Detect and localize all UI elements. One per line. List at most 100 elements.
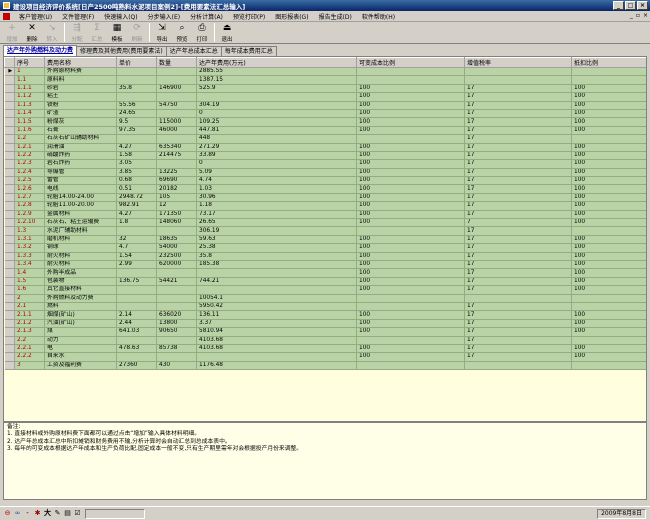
- table-cell[interactable]: 17: [464, 210, 572, 220]
- table-cell[interactable]: 17: [464, 193, 572, 203]
- table-cell[interactable]: [356, 302, 465, 312]
- table-cell[interactable]: [156, 268, 197, 278]
- table-cell[interactable]: 55.56: [116, 101, 157, 110]
- table-cell[interactable]: 轮胎11.00-20.00: [44, 201, 117, 211]
- table-cell[interactable]: 17: [464, 84, 572, 94]
- table-cell[interactable]: 汽油(矿山): [44, 319, 117, 329]
- table-row[interactable]: 1.2.6 电线 0.51 20182 1.03 100 17 100: [4, 184, 646, 194]
- table-cell[interactable]: 燃料: [44, 302, 117, 312]
- table-cell[interactable]: 硝酸炸药: [44, 151, 117, 161]
- table-cell[interactable]: 17: [464, 310, 572, 320]
- menu-item[interactable]: 报告生成(D): [314, 12, 357, 21]
- table-cell[interactable]: 100: [356, 285, 465, 295]
- table-cell[interactable]: 1.03: [196, 184, 357, 194]
- table-cell[interactable]: 17: [464, 260, 572, 270]
- table-row[interactable]: 1.2.10 石灰石、粘土运输费 1.8 148060 26.65 100 7 100: [4, 218, 646, 228]
- table-cell[interactable]: 69690: [156, 176, 197, 186]
- table-cell[interactable]: 447.81: [196, 126, 357, 136]
- table-cell[interactable]: 33.89: [196, 151, 357, 161]
- table-cell[interactable]: [156, 159, 197, 169]
- table-cell[interactable]: 100: [571, 310, 646, 320]
- table-cell[interactable]: 100: [356, 327, 465, 337]
- table-cell[interactable]: 17: [464, 201, 572, 211]
- menu-item[interactable]: 预览打印(P): [228, 12, 270, 21]
- table-cell[interactable]: [116, 352, 157, 362]
- table-cell[interactable]: 100: [571, 277, 646, 287]
- table-cell[interactable]: [156, 302, 197, 312]
- table-row[interactable]: 2.1.1 烟煤(矿山) 2.14 636020 136.11 100 17 100: [4, 310, 646, 320]
- table-cell[interactable]: [356, 336, 465, 345]
- table-cell[interactable]: 外购原材料费: [44, 67, 117, 77]
- table-cell[interactable]: [116, 336, 157, 345]
- column-header[interactable]: 数量: [156, 57, 197, 68]
- table-cell[interactable]: [571, 336, 646, 345]
- table-cell[interactable]: 17: [464, 176, 572, 186]
- table-cell[interactable]: 电: [44, 344, 117, 354]
- table-cell[interactable]: 烟煤(矿山): [44, 310, 117, 320]
- table-cell[interactable]: 0: [196, 159, 357, 169]
- table-row[interactable]: 1.2.9 金属材料 4.27 171350 73.17 100 17 100: [4, 210, 646, 220]
- table-cell[interactable]: [196, 92, 357, 102]
- table-row[interactable]: 1.1.1 砂岩 35.8 146900 525.9 100 17 100: [4, 84, 646, 94]
- table-cell[interactable]: 7: [464, 218, 572, 228]
- table-cell[interactable]: 100: [356, 218, 465, 228]
- table-cell[interactable]: [156, 75, 197, 85]
- row-selector[interactable]: [4, 268, 15, 278]
- table-row[interactable]: 1.1.2 粘土 100 17 100: [4, 92, 646, 102]
- table-cell[interactable]: 27360: [116, 361, 157, 371]
- add-button[interactable]: + 增加: [2, 22, 22, 43]
- table-cell[interactable]: [116, 226, 157, 236]
- table-cell[interactable]: 17: [464, 109, 572, 119]
- table-cell[interactable]: 5.09: [196, 168, 357, 178]
- tab[interactable]: 每年成本费用汇总: [220, 46, 277, 56]
- table-cell[interactable]: 100: [356, 268, 465, 278]
- table-cell[interactable]: 100: [356, 201, 465, 211]
- table-cell[interactable]: 磨机材料: [44, 235, 117, 245]
- mdi-restore-icon[interactable]: ▫: [636, 12, 640, 19]
- table-cell[interactable]: 24.65: [116, 109, 157, 119]
- row-selector[interactable]: [4, 193, 15, 203]
- table-cell[interactable]: 100: [571, 193, 646, 203]
- table-cell[interactable]: [571, 226, 646, 236]
- menu-item[interactable]: 文件管理(F): [57, 12, 99, 21]
- table-cell[interactable]: 306.19: [196, 226, 357, 236]
- table-cell[interactable]: 25.38: [196, 243, 357, 253]
- tab[interactable]: 修理费及其他费用(费用要素法): [76, 46, 167, 56]
- table-cell[interactable]: 外购半成品: [44, 268, 117, 278]
- template-button[interactable]: ▦ 模板: [107, 22, 127, 43]
- row-selector[interactable]: [4, 302, 15, 312]
- table-cell[interactable]: 100: [356, 210, 465, 220]
- table-cell[interactable]: 100: [356, 176, 465, 186]
- table-cell[interactable]: [116, 302, 157, 312]
- table-cell[interactable]: [571, 294, 646, 303]
- table-cell[interactable]: [116, 294, 157, 303]
- row-selector[interactable]: [4, 134, 15, 144]
- table-cell[interactable]: 100: [571, 109, 646, 119]
- table-cell[interactable]: 1.8: [116, 218, 157, 228]
- table-cell[interactable]: 0: [196, 109, 357, 119]
- table-cell[interactable]: 4.27: [116, 143, 157, 152]
- table-cell[interactable]: 90650: [156, 327, 197, 337]
- row-selector[interactable]: [4, 336, 15, 345]
- table-cell[interactable]: 100: [571, 210, 646, 220]
- table-row[interactable]: 1.2 石灰石矿山辅助材料 448 17: [4, 134, 646, 144]
- table-cell[interactable]: 100: [571, 260, 646, 270]
- row-selector[interactable]: [4, 201, 15, 211]
- table-cell[interactable]: 304.19: [196, 101, 357, 110]
- table-row[interactable]: 1.4 外购半成品 100 17 100: [4, 268, 646, 278]
- table-cell[interactable]: 岩石炸药: [44, 159, 117, 169]
- table-row[interactable]: 1.1 原料料 1387.15: [4, 75, 646, 85]
- table-cell[interactable]: 雷管: [44, 176, 117, 186]
- table-row[interactable]: 1.3.2 钢球 4.7 54000 25.38 100 17 100: [4, 243, 646, 253]
- table-cell[interactable]: 0.51: [116, 184, 157, 194]
- table-row[interactable]: 2.2.1 电 478.63 85738 4103.68 100 17 100: [4, 344, 646, 354]
- table-cell[interactable]: 100: [571, 184, 646, 194]
- table-cell[interactable]: 17: [464, 134, 572, 144]
- table-cell[interactable]: 100: [571, 117, 646, 127]
- menu-item[interactable]: 软件帮助(H): [357, 12, 400, 21]
- table-cell[interactable]: 46000: [156, 126, 197, 136]
- print-button[interactable]: ⎙ 打印: [192, 22, 212, 43]
- menu-item[interactable]: 快速输入(Q): [99, 12, 142, 21]
- table-cell[interactable]: 100: [571, 268, 646, 278]
- table-cell[interactable]: 其它直接材料: [44, 285, 117, 295]
